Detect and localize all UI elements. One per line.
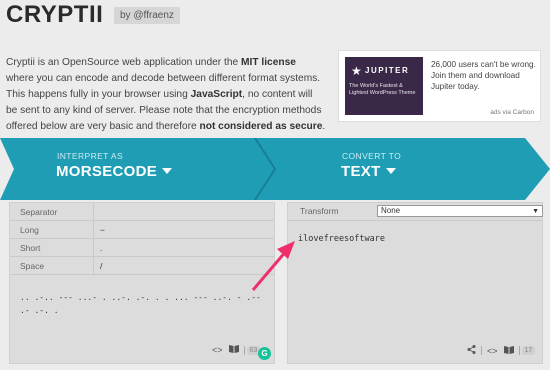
carbon-ad[interactable]: ★ JUPITER The World's Fastest & Lightest… xyxy=(338,50,541,122)
author-badge[interactable]: by @ffraenz xyxy=(114,7,180,24)
row-divider xyxy=(93,221,94,239)
option-label: Separator xyxy=(20,207,58,217)
code-icon[interactable]: <> xyxy=(212,345,223,355)
input-footer: <> 63 xyxy=(209,345,261,355)
interpret-dropdown[interactable]: MORSECODE xyxy=(56,163,173,180)
option-row-separator[interactable]: Separator xyxy=(10,203,274,221)
option-value[interactable]: . xyxy=(100,243,102,253)
chevron-down-icon xyxy=(162,168,173,174)
option-label: Long xyxy=(20,225,39,235)
input-panel: Separator Long − Short . Space / .. .-..… xyxy=(9,202,275,364)
code-icon[interactable]: <> xyxy=(487,346,498,356)
option-row-short[interactable]: Short . xyxy=(10,239,274,257)
text-output[interactable]: ilovefreesoftware xyxy=(298,234,385,244)
book-icon[interactable] xyxy=(503,345,514,356)
output-footer: <> 17 xyxy=(464,345,536,356)
footer-divider xyxy=(518,346,520,355)
convert-label: CONVERT TO xyxy=(342,151,402,161)
transform-row: Transform None ▼ xyxy=(288,203,543,221)
morse-input[interactable]: .. .-.. --- ...- . ..-. .-. . . ... --- … xyxy=(20,291,270,317)
option-label: Short xyxy=(20,243,41,253)
footer-divider xyxy=(481,346,482,355)
intro-part-1: Cryptii is an OpenSource web application… xyxy=(6,57,242,68)
ad-via[interactable]: ads via Carbon xyxy=(490,109,534,116)
transform-label: Transform xyxy=(300,206,339,216)
ad-brand: JUPITER xyxy=(365,66,410,75)
license-link[interactable]: MIT license xyxy=(241,57,296,68)
header: CRYPTII by @ffraenz xyxy=(0,0,550,36)
transform-value: None xyxy=(381,206,401,215)
option-label: Space xyxy=(20,261,45,271)
convert-dropdown[interactable]: TEXT xyxy=(341,163,396,180)
chevron-down-icon: ▼ xyxy=(532,208,539,215)
convert-value: TEXT xyxy=(341,163,381,180)
security-warning: not considered as secure xyxy=(199,121,323,132)
option-value[interactable]: / xyxy=(100,261,102,271)
ad-tagline: The World's Fastest & Lightest WordPress… xyxy=(349,83,416,96)
chevron-down-icon xyxy=(385,168,396,174)
intro-text: Cryptii is an OpenSource web application… xyxy=(6,55,326,135)
interpret-label: INTERPRET AS xyxy=(57,151,124,161)
grammarly-icon[interactable]: G xyxy=(258,347,271,360)
share-icon[interactable] xyxy=(467,345,476,356)
option-row-long[interactable]: Long − xyxy=(10,221,274,239)
option-row-space[interactable]: Space / xyxy=(10,257,274,275)
format-banner: INTERPRET AS MORSECODE CONVERT TO TEXT xyxy=(0,138,550,200)
footer-divider xyxy=(243,345,245,355)
output-panel: Transform None ▼ ilovefreesoftware xyxy=(287,202,543,364)
javascript-text: JavaScript xyxy=(190,89,243,100)
ad-text[interactable]: 26,000 users can't be wrong. Join them a… xyxy=(431,59,537,92)
row-divider xyxy=(93,239,94,257)
ad-image[interactable]: ★ JUPITER The World's Fastest & Lightest… xyxy=(345,57,423,115)
interpret-value: MORSECODE xyxy=(56,163,158,180)
option-value[interactable]: − xyxy=(100,225,105,235)
logo[interactable]: CRYPTII xyxy=(6,1,103,29)
row-divider xyxy=(93,257,94,275)
book-icon[interactable] xyxy=(228,345,239,355)
row-divider xyxy=(93,203,94,221)
intro-part-4: . xyxy=(322,121,326,132)
char-counter: 17 xyxy=(521,346,536,355)
star-icon: ★ xyxy=(351,64,362,78)
transform-select[interactable]: None ▼ xyxy=(377,205,543,217)
